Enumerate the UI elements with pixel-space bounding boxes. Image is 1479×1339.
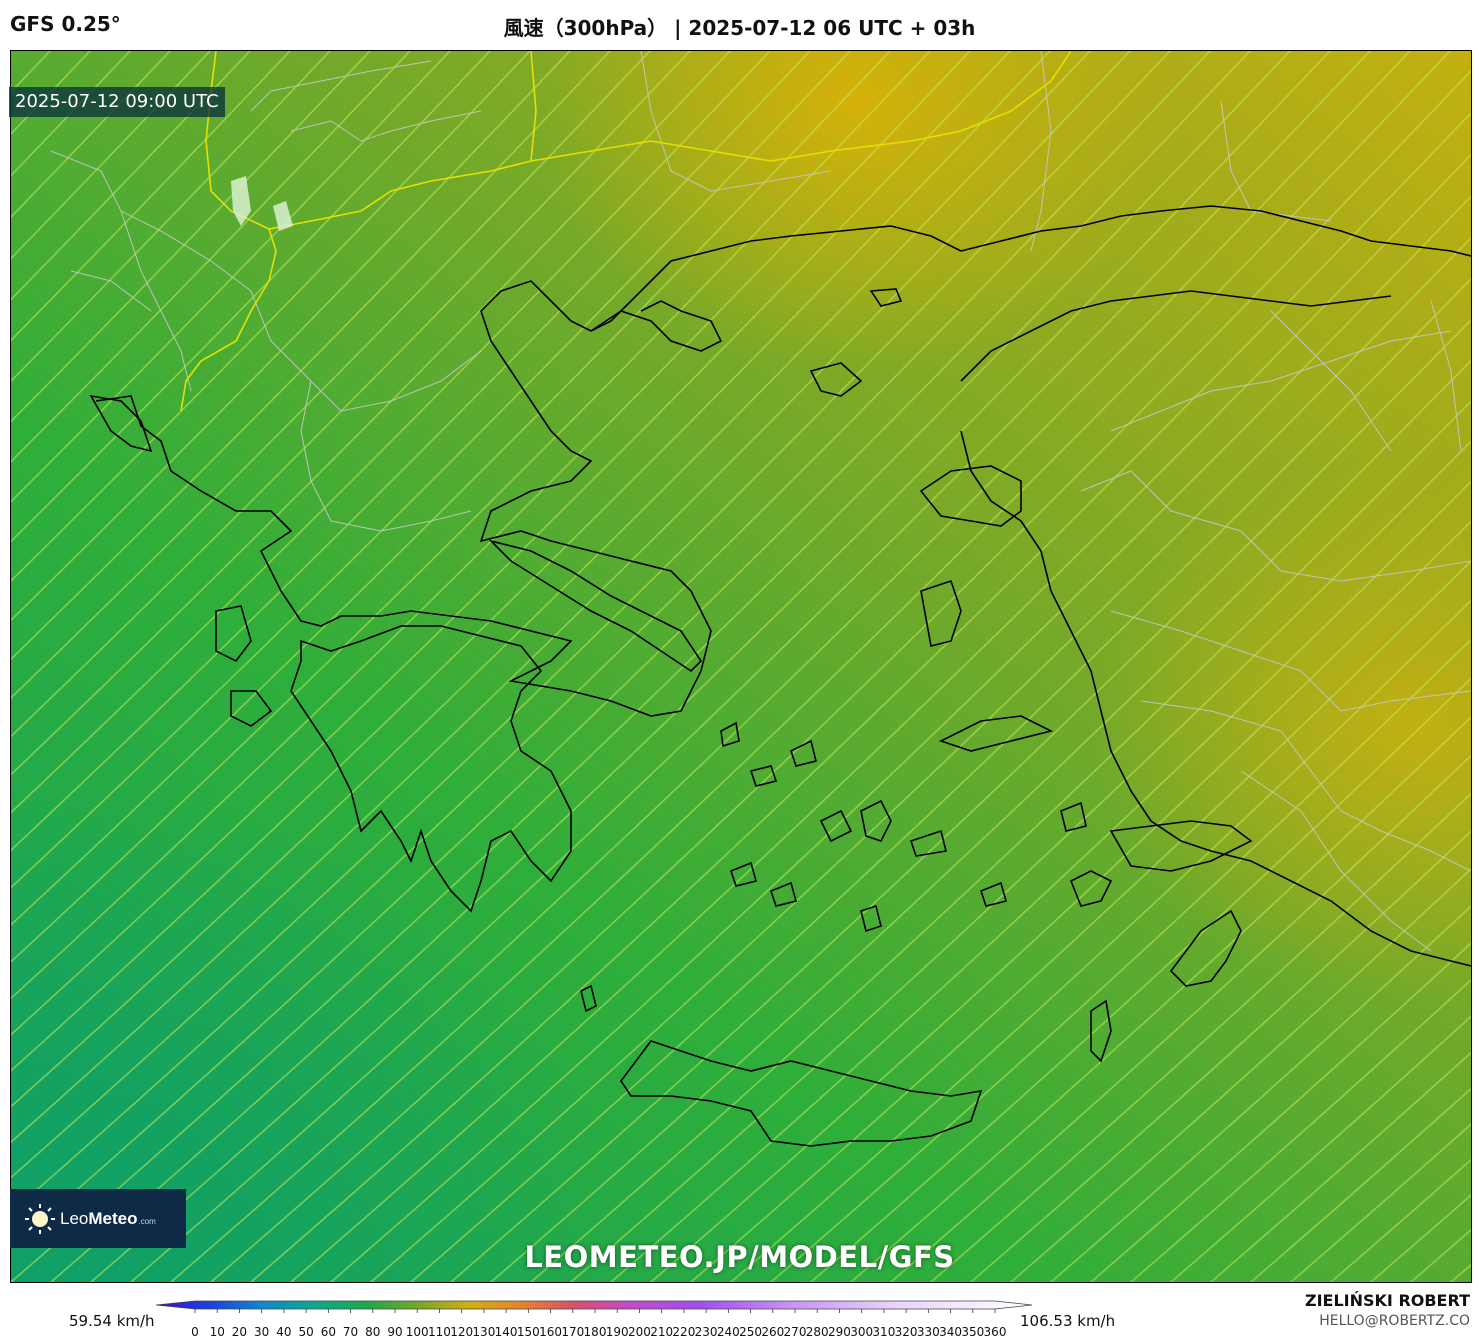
colorbar-tick-label: 120 <box>450 1325 473 1339</box>
colorbar-tick-label: 250 <box>739 1325 762 1339</box>
colorbar-tick-label: 170 <box>561 1325 584 1339</box>
colorbar-tick-label: 70 <box>343 1325 358 1339</box>
colorbar-tick-label: 130 <box>472 1325 495 1339</box>
colorbar-tick-label: 300 <box>850 1325 873 1339</box>
colorbar-tick-label: 60 <box>321 1325 336 1339</box>
logo-text-bold: Meteo <box>88 1208 138 1228</box>
chart-title: 風速（300hPa） | 2025-07-12 06 UTC + 03h <box>503 16 976 40</box>
colorbar-tick-label: 280 <box>806 1325 829 1339</box>
logo-suffix: .com <box>138 1217 156 1226</box>
colorbar-tick-label: 100 <box>406 1325 429 1339</box>
colorbar: 0 10 20 30 40 50 60 70 80 90 100 110 120 130 140 150 160… <box>155 1300 1033 1339</box>
colorbar-tick-label: 360 <box>984 1325 1007 1339</box>
colorbar-tick-label: 260 <box>761 1325 784 1339</box>
author-email[interactable]: HELLO@ROBERTZ.CO <box>1319 1313 1470 1329</box>
map-panel[interactable] <box>10 50 1472 1283</box>
colorbar-tick-label: 210 <box>650 1325 673 1339</box>
sun-icon <box>24 1203 56 1235</box>
colorbar-tick-label: 350 <box>961 1325 984 1339</box>
colorbar-tick-label: 110 <box>428 1325 451 1339</box>
colorbar-tick-label: 290 <box>828 1325 851 1339</box>
colorbar-tick-label: 340 <box>939 1325 962 1339</box>
colorbar-tick-label: 200 <box>628 1325 651 1339</box>
legend-min-label: 59.54 km/h <box>69 1312 155 1330</box>
colorbar-tick-label: 150 <box>517 1325 540 1339</box>
colorbar-ticks: 0 10 20 30 40 50 60 70 80 90 100 110 120 130 140 150 160… <box>191 1309 1006 1339</box>
colorbar-tick-label: 180 <box>584 1325 607 1339</box>
colorbar-tick-label: 330 <box>917 1325 940 1339</box>
watermark-url: LEOMETEO.JP/MODEL/GFS <box>524 1240 955 1274</box>
colorbar-tick-label: 240 <box>717 1325 740 1339</box>
colorbar-tick-label: 40 <box>276 1325 291 1339</box>
colorbar-tick-label: 20 <box>232 1325 247 1339</box>
logo-text-light: Leo <box>60 1208 89 1228</box>
colorbar-tick-label: 220 <box>672 1325 695 1339</box>
colorbar-tick-label: 230 <box>695 1325 718 1339</box>
valid-time-badge: 2025-07-12 09:00 UTC <box>9 87 225 117</box>
colorbar-tick-label: 270 <box>784 1325 807 1339</box>
colorbar-tick-label: 90 <box>387 1325 402 1339</box>
colorbar-tick-label: 0 <box>191 1325 199 1339</box>
colorbar-tick-label: 50 <box>298 1325 313 1339</box>
legend-max-label: 106.53 km/h <box>1020 1312 1116 1330</box>
wind-map <box>11 51 1471 1282</box>
colorbar-tick-label: 30 <box>254 1325 269 1339</box>
author-credit: ZIELIŃSKI ROBERT <box>1304 1291 1470 1310</box>
colorbar-tick-label: 190 <box>606 1325 629 1339</box>
logo-wordmark: LeoMeteo <box>60 1209 138 1229</box>
colorbar-tick-label: 140 <box>495 1325 518 1339</box>
colorbar-tick-label: 160 <box>539 1325 562 1339</box>
colorbar-tick-label: 310 <box>872 1325 895 1339</box>
colorbar-tick-label: 80 <box>365 1325 380 1339</box>
colorbar-body <box>155 1300 1033 1310</box>
colorbar-tick-label: 10 <box>210 1325 225 1339</box>
colorbar-tick-label: 320 <box>895 1325 918 1339</box>
